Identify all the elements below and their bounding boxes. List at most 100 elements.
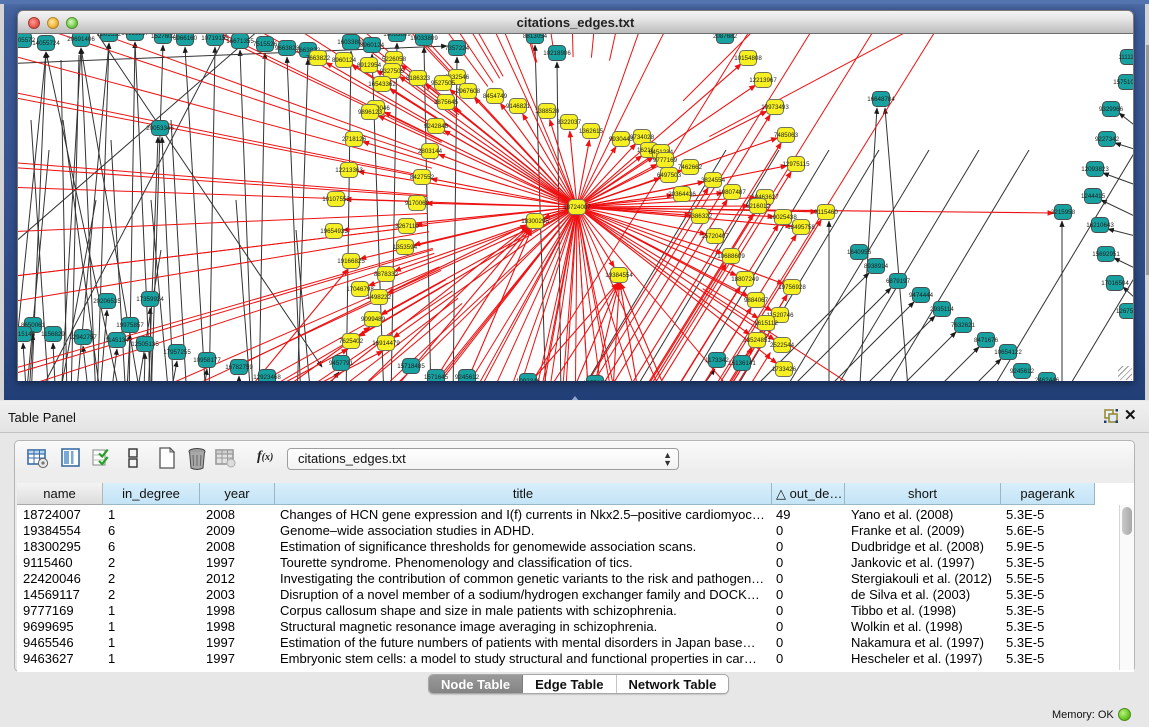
svg-text:1388520: 1388520 <box>535 108 560 115</box>
svg-text:9777169: 9777169 <box>653 157 678 164</box>
svg-text:8186323: 8186323 <box>406 75 431 82</box>
svg-text:7462662: 7462662 <box>678 164 703 171</box>
svg-text:8813054: 8813054 <box>523 34 548 40</box>
svg-text:9245612: 9245612 <box>1010 368 1035 375</box>
svg-text:6216012: 6216012 <box>746 203 771 210</box>
svg-text:10025438: 10025438 <box>769 214 797 221</box>
svg-text:10107553: 10107553 <box>322 196 350 203</box>
svg-text:2087682: 2087682 <box>713 34 738 40</box>
svg-text:9527505: 9527505 <box>431 80 456 87</box>
svg-text:1733426: 1733426 <box>772 366 797 373</box>
svg-text:2718126: 2718126 <box>342 136 367 143</box>
svg-text:12213363: 12213363 <box>335 167 363 174</box>
svg-text:9457791: 9457791 <box>329 360 354 367</box>
svg-text:20691406: 20691406 <box>67 36 95 43</box>
svg-text:9327505: 9327505 <box>380 68 405 75</box>
svg-text:9099489: 9099489 <box>361 316 386 323</box>
svg-text:20364436: 20364436 <box>668 191 696 198</box>
svg-text:15136141: 15136141 <box>728 360 756 367</box>
svg-text:10654122: 10654122 <box>994 349 1022 356</box>
svg-text:7386322: 7386322 <box>688 213 713 220</box>
svg-text:1173342: 1173342 <box>705 357 729 364</box>
svg-text:10807487: 10807487 <box>718 189 746 196</box>
svg-text:7625402: 7625402 <box>339 338 364 345</box>
svg-text:12213967: 12213967 <box>749 77 777 84</box>
svg-text:7632621: 7632621 <box>951 322 976 329</box>
svg-text:8938914: 8938914 <box>864 263 889 270</box>
svg-text:17016504: 17016504 <box>1101 280 1129 287</box>
svg-text:1640956: 1640956 <box>847 249 872 256</box>
svg-text:1362615: 1362615 <box>579 128 604 135</box>
svg-text:8960124: 8960124 <box>332 57 357 64</box>
svg-text:12923468: 12923468 <box>253 374 281 381</box>
svg-text:1156829: 1156829 <box>41 331 65 338</box>
svg-text:8471676: 8471676 <box>974 337 999 344</box>
svg-text:9884067: 9884067 <box>744 297 769 304</box>
svg-text:3267110: 3267110 <box>395 223 419 230</box>
svg-text:16648784: 16648784 <box>867 96 895 103</box>
svg-text:1353594: 1353594 <box>393 244 418 251</box>
svg-text:9170062: 9170062 <box>405 200 430 207</box>
svg-text:9242848: 9242848 <box>424 123 449 130</box>
svg-text:1805532: 1805532 <box>97 34 122 38</box>
svg-text:19756928: 19756928 <box>778 284 806 291</box>
svg-text:8912954: 8912954 <box>357 62 382 69</box>
svg-text:8427552: 8427552 <box>410 174 435 181</box>
svg-text:2462446: 2462446 <box>1035 377 1060 381</box>
svg-text:1615112: 1615112 <box>754 320 778 327</box>
svg-text:18495758: 18495758 <box>787 224 815 231</box>
svg-text:12975115: 12975115 <box>782 161 810 168</box>
svg-text:10688609: 10688609 <box>717 253 745 260</box>
svg-text:20053346: 20053346 <box>146 125 174 132</box>
svg-text:9734028: 9734028 <box>630 134 655 141</box>
svg-text:18300295: 18300295 <box>521 218 549 225</box>
svg-text:10958177: 10958177 <box>193 357 221 364</box>
svg-text:8960124: 8960124 <box>360 42 385 49</box>
svg-text:16543362: 16543362 <box>368 81 396 88</box>
svg-text:8322037: 8322037 <box>557 119 582 126</box>
svg-text:9115460: 9115460 <box>814 209 838 216</box>
svg-text:15751074: 15751074 <box>1113 79 1134 86</box>
svg-text:12093823: 12093823 <box>1081 166 1109 173</box>
svg-text:9227342: 9227342 <box>1095 136 1120 143</box>
svg-text:9896123: 9896123 <box>358 109 383 116</box>
svg-text:1527602: 1527602 <box>151 34 176 40</box>
svg-text:6966160: 6966160 <box>173 35 198 42</box>
svg-text:2967608: 2967608 <box>456 88 481 95</box>
svg-text:9146821: 9146821 <box>506 103 531 110</box>
svg-text:1244415: 1244415 <box>1081 193 1106 200</box>
svg-text:1657235: 1657235 <box>583 380 608 381</box>
svg-text:2935114: 2935114 <box>930 306 954 313</box>
svg-text:7357224: 7357224 <box>445 45 470 52</box>
svg-text:6879197: 6879197 <box>886 278 911 285</box>
svg-text:3824554: 3824554 <box>701 177 726 184</box>
svg-text:15718485: 15718485 <box>397 363 425 370</box>
svg-text:16033809: 16033809 <box>410 35 438 42</box>
svg-text:8454749: 8454749 <box>483 93 508 100</box>
svg-text:16671355: 16671355 <box>226 38 254 45</box>
svg-text:9474444: 9474444 <box>909 292 934 299</box>
svg-text:12942757: 12942757 <box>69 334 97 341</box>
svg-text:1092346: 1092346 <box>516 378 541 381</box>
svg-text:5226058: 5226058 <box>382 56 407 63</box>
svg-text:19654933: 19654933 <box>320 228 348 235</box>
svg-text:14055724: 14055724 <box>32 40 60 47</box>
svg-text:15692951: 15692951 <box>1092 251 1120 258</box>
svg-text:6497503: 6497503 <box>657 172 682 179</box>
svg-text:1498222: 1498222 <box>367 294 392 301</box>
svg-text:1571645: 1571645 <box>424 374 449 381</box>
svg-text:15720407: 15720407 <box>701 233 729 240</box>
svg-text:13524851: 13524851 <box>743 337 771 344</box>
svg-text:7663822: 7663822 <box>306 55 331 62</box>
svg-text:10218906: 10218906 <box>543 50 571 57</box>
svg-text:19975857: 19975857 <box>116 322 144 329</box>
svg-text:3875645: 3875645 <box>434 99 459 106</box>
svg-text:16782759: 16782759 <box>225 364 253 371</box>
svg-text:10973493: 10973493 <box>761 104 789 111</box>
svg-text:20206535: 20206535 <box>93 298 121 305</box>
svg-text:2522544: 2522544 <box>770 342 795 349</box>
svg-text:9329966: 9329966 <box>1099 106 1124 113</box>
svg-text:12505135: 12505135 <box>131 341 159 348</box>
svg-text:10653267: 10653267 <box>121 34 149 37</box>
svg-text:7515526: 7515526 <box>253 41 278 48</box>
